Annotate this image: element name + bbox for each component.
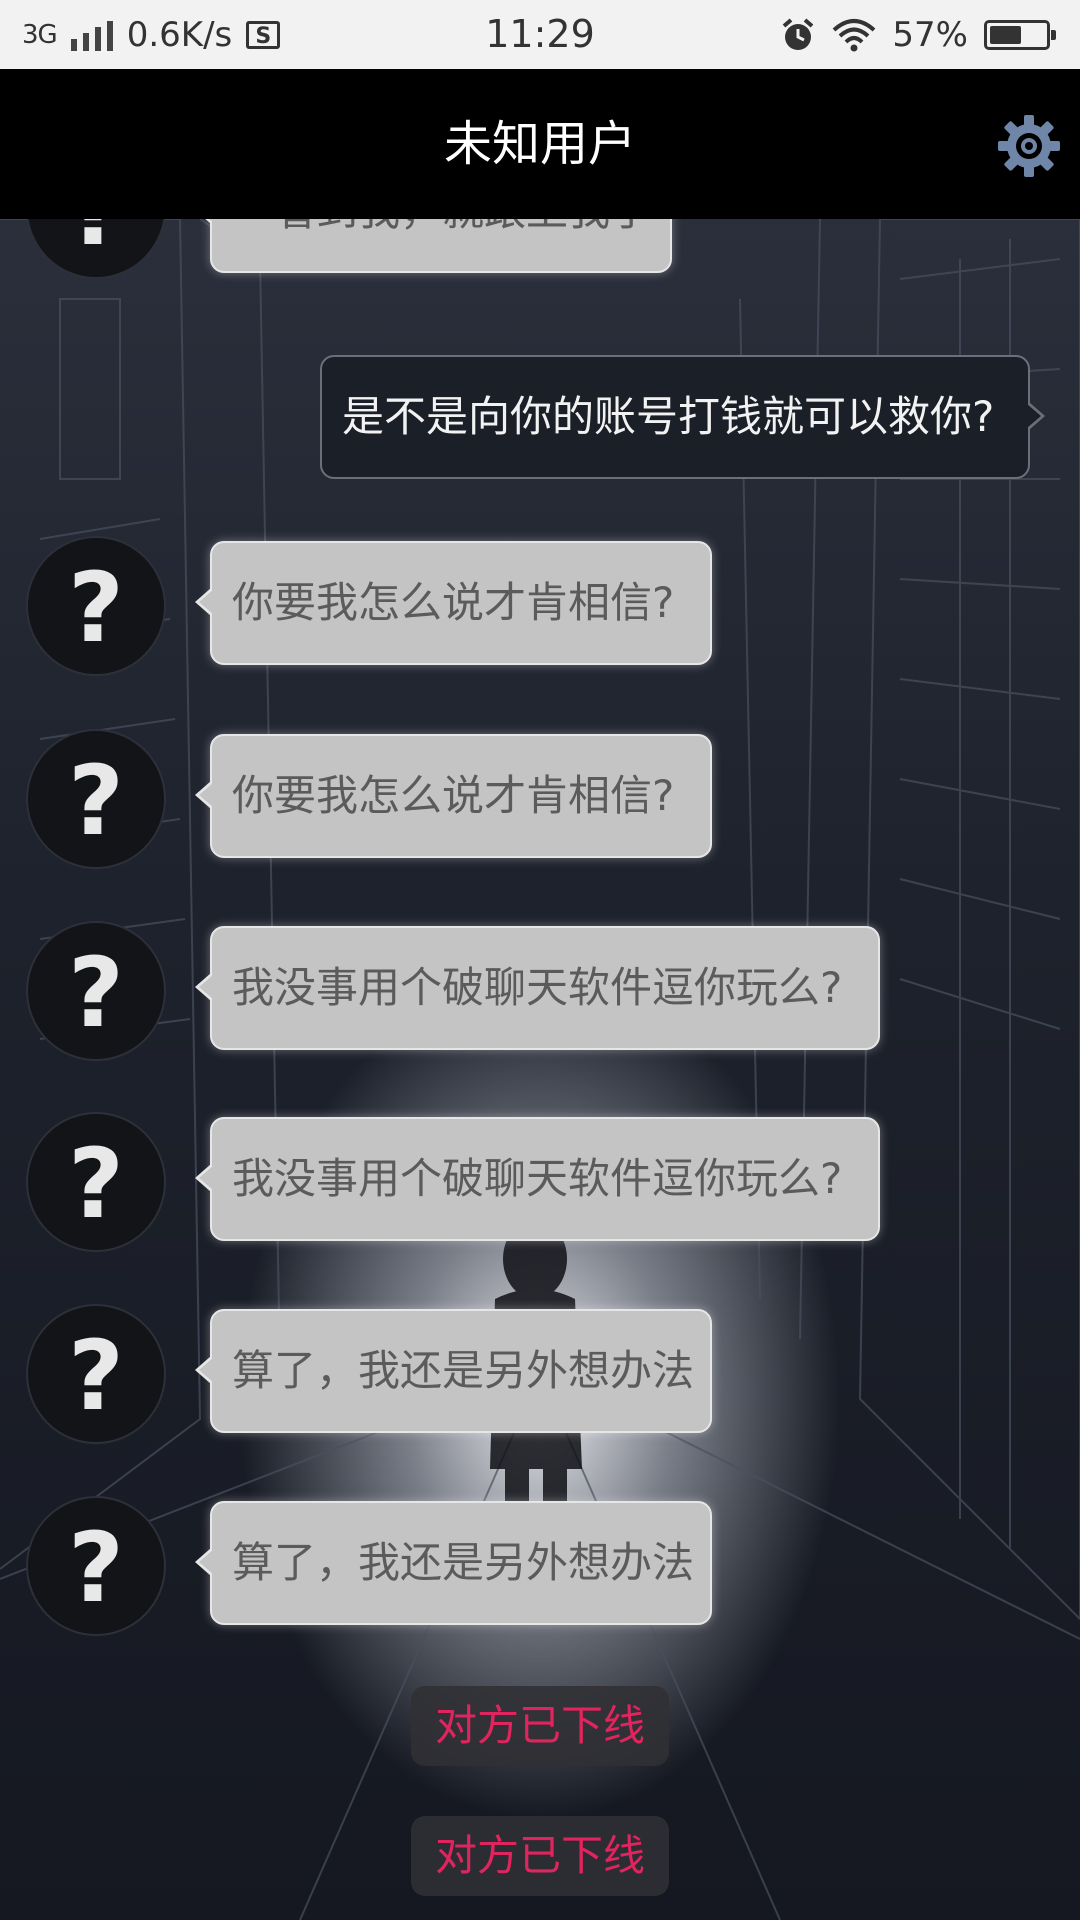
offline-notice: 对方已下线	[411, 1686, 669, 1766]
page-title: 未知用户	[443, 116, 636, 172]
battery-percent: 57%	[892, 14, 968, 55]
contact-avatar[interactable]: ?	[26, 921, 166, 1061]
incoming-message: 你要我怎么说才肯相信?	[195, 541, 712, 665]
incoming-message: 一看到我，就跟上我了	[195, 219, 672, 273]
offline-notice: 对方已下线	[411, 1816, 669, 1896]
status-bar: 3G 0.6K/s S 11:29 57%	[0, 0, 1080, 69]
incoming-message: 算了，我还是另外想办法	[195, 1501, 712, 1625]
wifi-icon	[833, 18, 876, 51]
incoming-message: 我没事用个破聊天软件逗你玩么?	[195, 926, 880, 1050]
chat-area[interactable]: ? 一看到我，就跟上我了 是不是向你的账号打钱就可以救你? ? 你要我怎么说才肯…	[0, 219, 1080, 1920]
battery-level	[990, 25, 1021, 44]
contact-avatar[interactable]: ?	[26, 1112, 166, 1252]
battery-icon	[984, 19, 1056, 50]
app-header: 未知用户	[0, 69, 1080, 219]
alarm-icon	[783, 17, 814, 50]
contact-avatar[interactable]: ?	[26, 729, 166, 869]
gear-icon[interactable]	[996, 113, 1062, 179]
contact-avatar[interactable]: ?	[26, 1496, 166, 1636]
incoming-message: 我没事用个破聊天软件逗你玩么?	[195, 1117, 880, 1241]
outgoing-message: 是不是向你的账号打钱就可以救你?	[320, 355, 1045, 479]
contact-avatar[interactable]: ?	[26, 1304, 166, 1444]
incoming-message: 算了，我还是另外想办法	[195, 1309, 712, 1433]
incoming-message: 你要我怎么说才肯相信?	[195, 734, 712, 858]
contact-avatar[interactable]: ?	[26, 536, 166, 676]
